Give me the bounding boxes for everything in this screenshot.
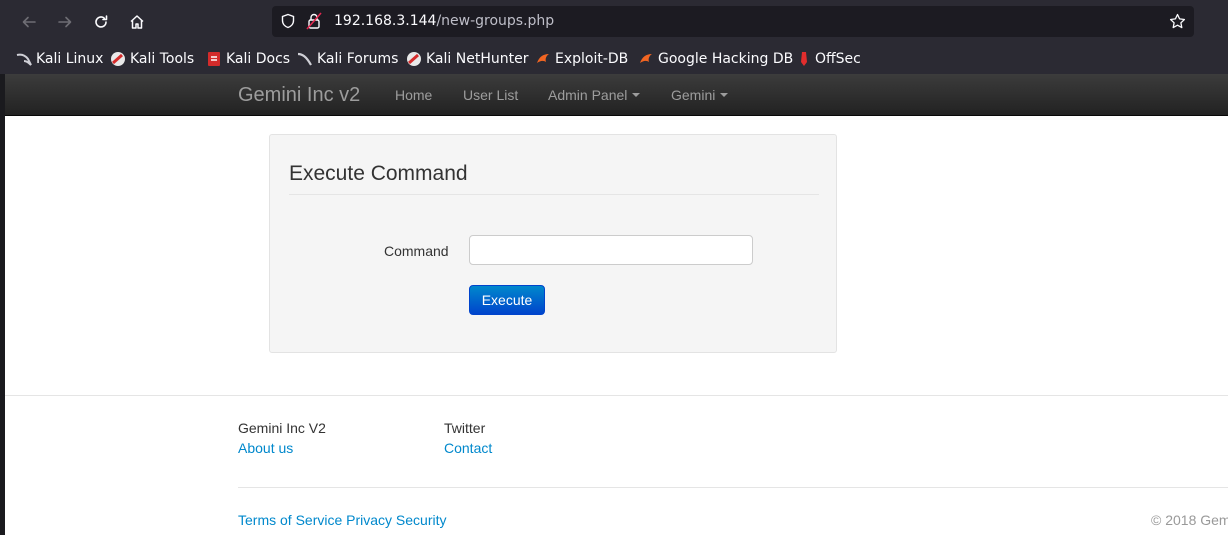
bookmark-kali-docs[interactable]: Kali Docs [206, 49, 290, 69]
nav-gemini-label: Gemini [671, 87, 716, 103]
kali-nethunter-icon [407, 52, 421, 66]
execute-button[interactable]: Execute [469, 285, 545, 315]
bookmark-label: Google Hacking DB [658, 51, 794, 67]
exploit-db-icon [537, 54, 549, 63]
bookmark-kali-forums[interactable]: Kali Forums [297, 49, 398, 69]
command-input[interactable] [469, 235, 753, 265]
url-host: 192.168.3.144 [334, 13, 437, 29]
browser-toolbar: 192.168.3.144/new-groups.php [0, 0, 1228, 44]
nav-gemini[interactable]: Gemini [671, 87, 729, 103]
footer-divider [5, 395, 1228, 396]
back-arrow-icon [22, 16, 36, 28]
bookmark-kali-linux[interactable]: Kali Linux [16, 49, 103, 69]
about-us-link[interactable]: About us [238, 440, 293, 456]
bookmark-label: Kali Forums [317, 51, 399, 67]
bookmark-kali-nethunter[interactable]: Kali NetHunter [406, 49, 528, 69]
site-brand[interactable]: Gemini Inc v2 [238, 84, 360, 107]
ghdb-icon [640, 54, 652, 63]
nav-admin-panel-label: Admin Panel [548, 87, 628, 103]
bookmark-google-hacking-db[interactable]: Google Hacking DB [638, 49, 793, 69]
reload-button[interactable] [89, 10, 113, 34]
footer-legal-links[interactable]: Terms of Service Privacy Security [238, 512, 447, 528]
nav-admin-panel[interactable]: Admin Panel [548, 87, 641, 103]
contact-link[interactable]: Contact [444, 440, 492, 456]
caret-down-icon [632, 93, 641, 98]
nav-home[interactable]: Home [395, 87, 432, 103]
bookmark-exploit-db[interactable]: Exploit-DB [535, 49, 628, 69]
offsec-icon [801, 52, 807, 66]
bookmark-label: Kali Tools [130, 51, 195, 67]
site-navbar: Gemini Inc v2 Home User List Admin Panel… [5, 74, 1228, 116]
url-path: /new-groups.php [436, 13, 555, 29]
url-text[interactable]: 192.168.3.144/new-groups.php [334, 13, 554, 29]
bookmark-kali-tools[interactable]: Kali Tools [110, 49, 194, 69]
page-left-border [0, 74, 5, 535]
shield-icon[interactable] [280, 13, 296, 29]
execute-command-form: Execute Command Command Execute [269, 134, 837, 353]
command-label: Command [384, 243, 449, 259]
reload-icon [95, 15, 108, 28]
kali-docs-icon [208, 52, 220, 66]
home-icon [130, 15, 144, 29]
bookmark-label: Kali Docs [226, 51, 291, 67]
footer-col1-title: Gemini Inc V2 [238, 420, 326, 436]
nav-user-list[interactable]: User List [463, 87, 518, 103]
bookmark-label: Exploit-DB [555, 51, 629, 67]
bookmark-label: Kali NetHunter [426, 51, 529, 67]
bookmark-label: OffSec [815, 51, 861, 67]
home-button[interactable] [125, 10, 149, 34]
forward-arrow-icon [58, 16, 72, 28]
form-title: Execute Command [289, 162, 468, 185]
kali-forums-icon [297, 52, 312, 66]
bookmark-offsec[interactable]: OffSec [797, 49, 861, 69]
back-button[interactable] [17, 10, 41, 34]
footer-col2-title: Twitter [444, 420, 486, 436]
address-bar[interactable]: 192.168.3.144/new-groups.php [272, 6, 1194, 37]
footer-bottom-divider [238, 487, 1228, 488]
bookmark-label: Kali Linux [36, 51, 104, 67]
kali-dragon-icon [16, 53, 32, 66]
copyright-text: © 2018 Gem [1151, 512, 1228, 528]
form-title-divider [289, 194, 819, 195]
insecure-lock-icon[interactable] [306, 12, 322, 30]
kali-tools-icon [111, 52, 125, 66]
bookmarks-toolbar: Kali Linux Kali Tools Kali Docs Kali For… [0, 44, 1228, 74]
bookmark-star-icon[interactable] [1169, 13, 1186, 30]
caret-down-icon [720, 93, 729, 98]
forward-button[interactable] [53, 10, 77, 34]
